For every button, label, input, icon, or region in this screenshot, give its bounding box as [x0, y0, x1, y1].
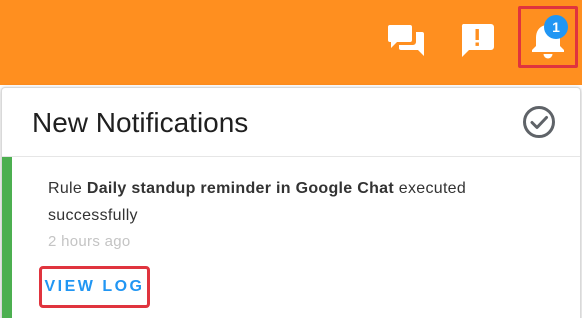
notifications-panel: New Notifications Rule Daily standup rem…: [1, 87, 581, 318]
chat-icon[interactable]: [384, 18, 428, 62]
view-log-button[interactable]: VIEW LOG: [39, 266, 150, 308]
notifications-bell-button[interactable]: 1: [518, 6, 578, 68]
feedback-icon[interactable]: [455, 18, 499, 62]
notification-item: Rule Daily standup reminder in Google Ch…: [2, 157, 580, 318]
status-indicator-bar: [2, 157, 12, 318]
notification-timestamp: 2 hours ago: [48, 233, 131, 250]
panel-header: New Notifications: [2, 88, 580, 157]
panel-title: New Notifications: [32, 107, 249, 138]
message-prefix: Rule: [48, 180, 87, 197]
notification-message: Rule Daily standup reminder in Google Ch…: [48, 175, 558, 229]
notification-count-badge: 1: [544, 15, 568, 39]
check-circle-icon[interactable]: [522, 105, 556, 139]
rule-name: Daily standup reminder in Google Chat: [86, 180, 394, 197]
